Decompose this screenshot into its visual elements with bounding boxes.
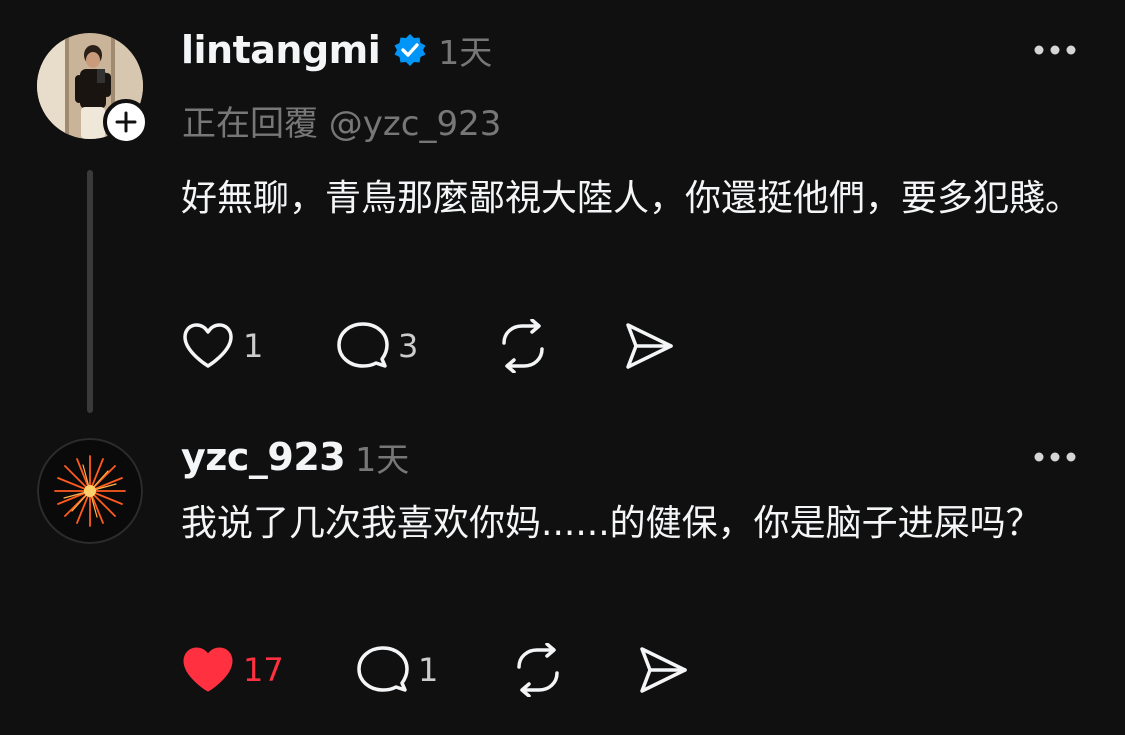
comment-count: 3 <box>398 327 419 365</box>
repost-icon <box>517 643 559 697</box>
comment-button[interactable]: 1 <box>356 642 438 698</box>
thread-post: lintangmi 1天 正在回覆 @yzc_923 好無聊，青鳥那麼鄙視大陸人… <box>0 0 1125 415</box>
more-icon <box>1034 452 1076 462</box>
share-button[interactable] <box>637 642 689 698</box>
replying-to-label: 正在回覆 @yzc_923 <box>182 104 502 144</box>
post-header: lintangmi 1天 <box>181 27 492 73</box>
post-actions: 1 3 <box>0 318 1125 374</box>
comment-icon <box>337 322 389 368</box>
more-options-button[interactable] <box>1031 35 1079 65</box>
repost-button[interactable] <box>511 642 565 698</box>
username[interactable]: yzc_923 <box>181 435 346 479</box>
thread-connector-line <box>87 170 93 413</box>
like-count: 1 <box>243 327 264 365</box>
comment-icon <box>357 646 409 692</box>
post-text: 我说了几次我喜欢你妈......的健保，你是脑子进屎吗？ <box>181 503 1042 544</box>
post-time: 1天 <box>355 440 410 479</box>
verified-icon <box>392 32 428 68</box>
follow-button[interactable] <box>103 99 149 145</box>
share-icon <box>640 647 687 693</box>
plus-icon <box>115 111 137 133</box>
like-count: 17 <box>243 651 284 689</box>
comment-count: 1 <box>418 651 439 689</box>
post-header: yzc_923 1天 <box>181 434 409 480</box>
repost-button[interactable] <box>496 318 550 374</box>
heart-filled-icon <box>183 647 233 692</box>
post-actions: 17 1 <box>0 642 1125 698</box>
repost-icon <box>502 319 544 373</box>
thread-post: yzc_923 1天 我说了几次我喜欢你妈......的健保，你是脑子进屎吗？ … <box>0 415 1125 735</box>
comment-button[interactable]: 3 <box>336 318 418 374</box>
more-icon <box>1034 45 1076 55</box>
username[interactable]: lintangmi <box>181 28 381 72</box>
post-time: 1天 <box>438 33 493 72</box>
post-text: 好無聊，青鳥那麼鄙視大陸人，你還挺他們，要多犯賤。 <box>181 178 1082 219</box>
like-button[interactable]: 1 <box>181 318 263 374</box>
share-icon <box>626 323 673 369</box>
more-options-button[interactable] <box>1031 442 1079 472</box>
avatar-fireworks <box>37 438 143 544</box>
heart-icon <box>183 323 233 368</box>
share-button[interactable] <box>623 318 675 374</box>
like-button[interactable]: 17 <box>181 642 284 698</box>
avatar[interactable] <box>37 438 143 544</box>
